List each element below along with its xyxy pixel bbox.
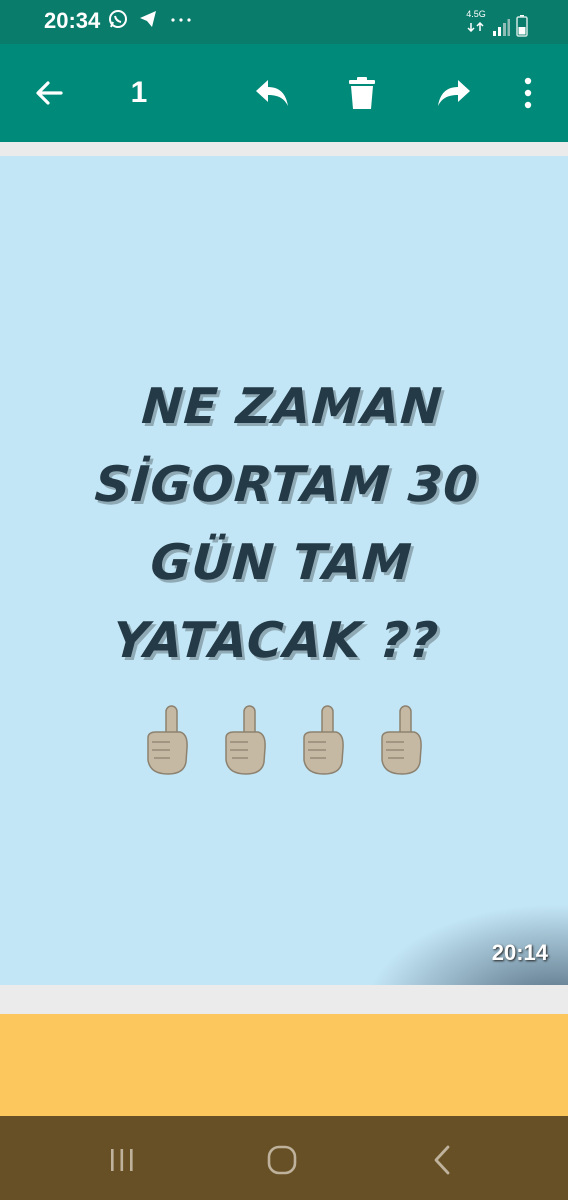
status-time: 20:34 [44, 8, 101, 33]
data-arrows-icon [467, 21, 484, 33]
delete-button[interactable] [340, 72, 384, 114]
pointing-up-emoji-icon [381, 705, 422, 775]
back-arrow-icon [36, 81, 63, 105]
signal-icon [493, 19, 510, 36]
next-image-message[interactable] [0, 1014, 568, 1116]
forward-button[interactable] [432, 72, 476, 114]
pointing-up-emoji-icon [303, 705, 344, 775]
nav-back-button[interactable] [422, 1140, 462, 1180]
network-indicator: 4.5G [466, 10, 486, 37]
pointing-up-emoji-row [140, 704, 426, 776]
battery-icon [516, 15, 528, 37]
overflow-menu-icon [524, 77, 532, 109]
system-status: 4.5G [466, 10, 528, 37]
reply-button[interactable] [250, 72, 294, 114]
headline-line: NE ZAMAN [139, 378, 445, 435]
pointing-up-emoji-icon [147, 705, 188, 775]
back-button[interactable] [28, 72, 70, 114]
selection-toolbar: 1 [0, 44, 568, 142]
system-navigation-bar [0, 1116, 568, 1200]
overflow-menu-button[interactable] [508, 72, 548, 114]
delete-icon [349, 77, 375, 109]
home-button[interactable] [262, 1140, 302, 1180]
selected-count: 1 [130, 76, 148, 109]
headline-line: SİGORTAM 30 [93, 456, 481, 513]
back-icon [434, 1145, 450, 1175]
reply-icon [256, 80, 288, 106]
whatsapp-icon [109, 10, 127, 28]
forward-icon [438, 80, 470, 106]
message-timestamp: 20:14 [491, 940, 548, 965]
more-dots-icon [171, 18, 191, 22]
recent-apps-icon [111, 1149, 133, 1171]
home-icon [267, 1145, 297, 1175]
network-label: 4.5G [466, 9, 486, 19]
headline-line: YATACAK ?? [110, 612, 441, 669]
pointing-up-emoji-icon [225, 705, 266, 775]
notification-icons [108, 9, 194, 29]
recent-apps-button[interactable] [102, 1140, 142, 1180]
image-headline: NE ZAMAN SİGORTAM 30 GÜN TAM YATACAK ?? [0, 368, 568, 680]
image-message[interactable]: NE ZAMAN SİGORTAM 30 GÜN TAM YATACAK ?? … [0, 156, 568, 985]
telegram-icon [140, 11, 156, 27]
headline-line: GÜN TAM [148, 534, 414, 591]
status-bar: 20:34 4.5G [0, 0, 568, 44]
